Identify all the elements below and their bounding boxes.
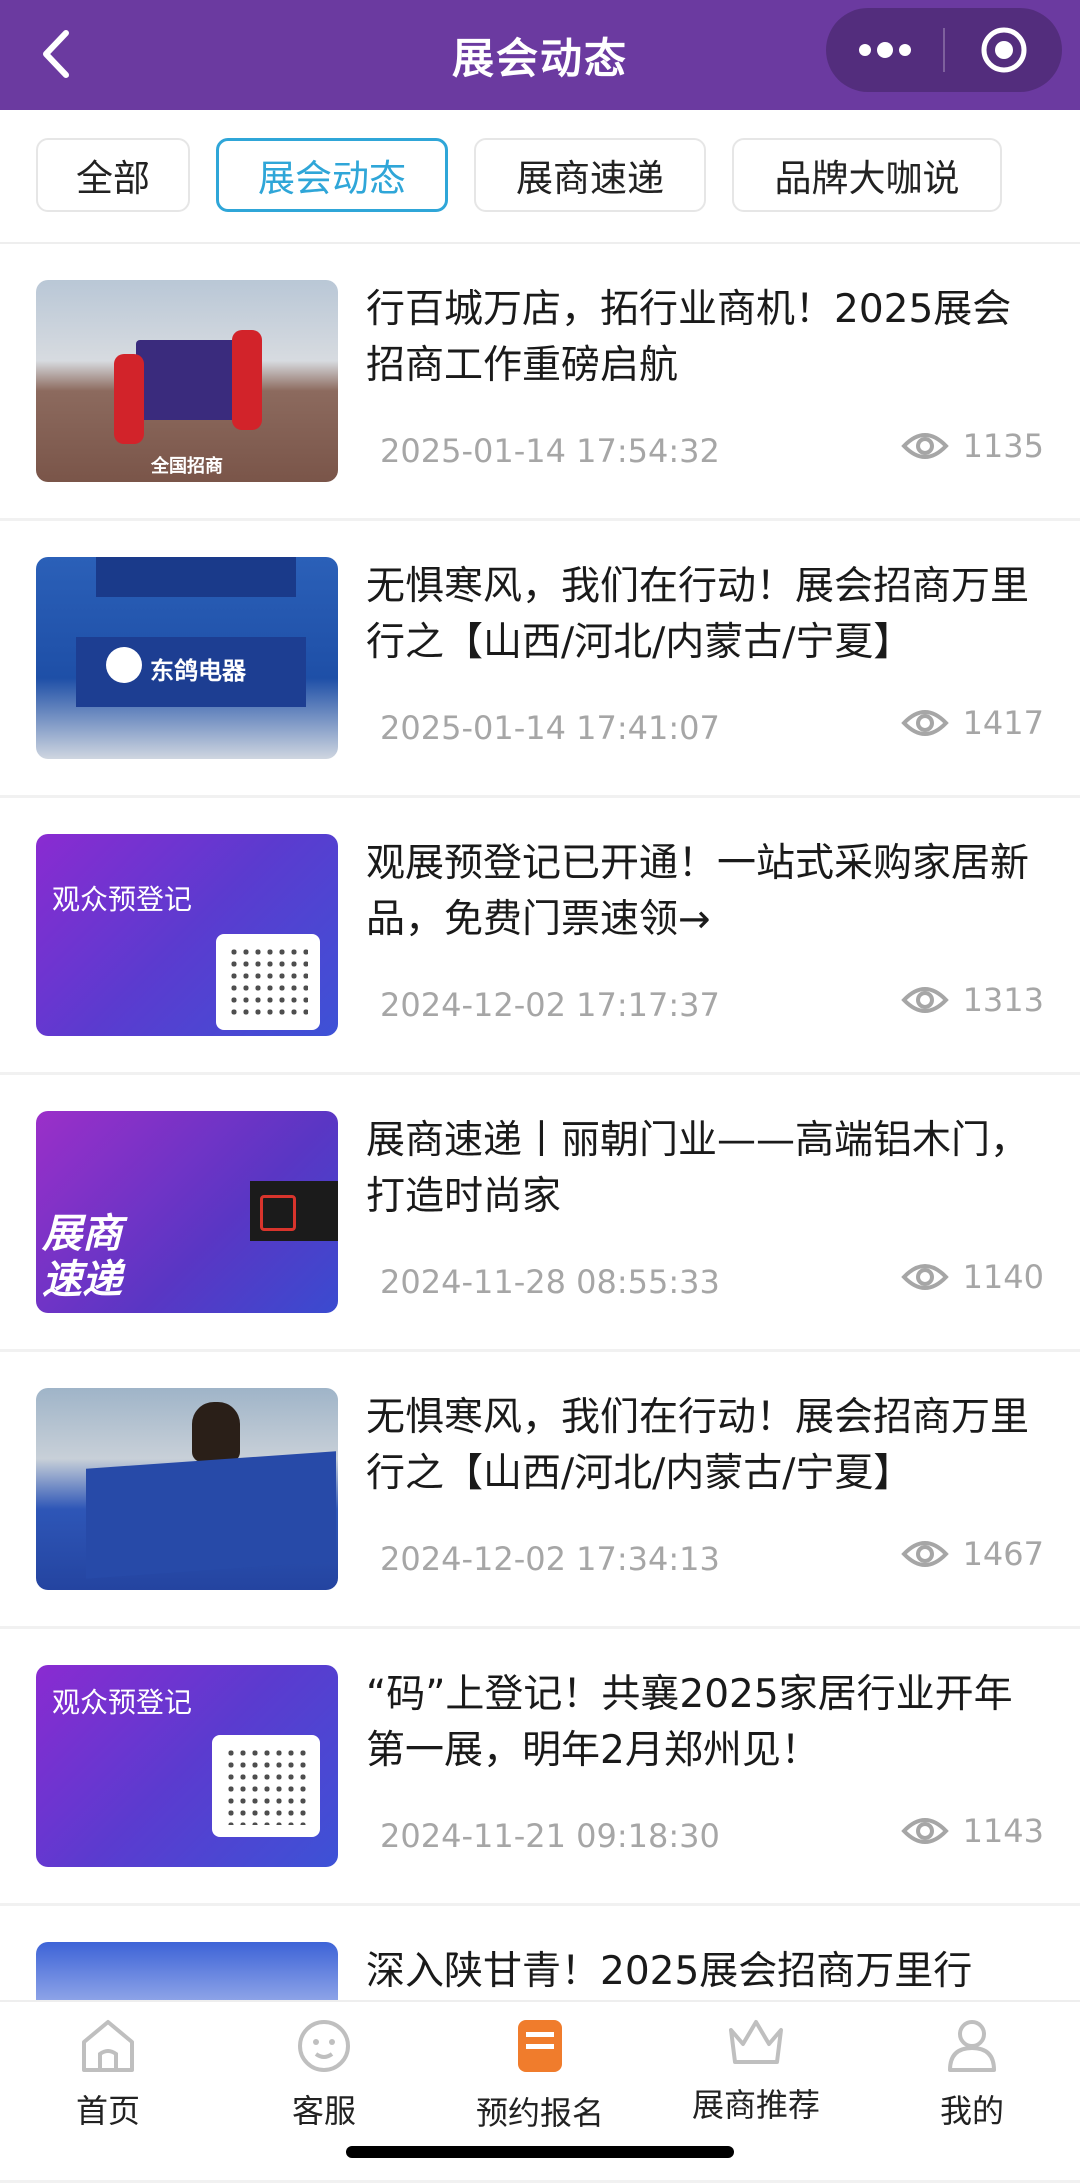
view-count-value: 1467	[962, 1535, 1044, 1573]
nav-booking[interactable]: 预约报名	[440, 2016, 640, 2132]
nav-service[interactable]: 客服	[224, 2016, 424, 2130]
eye-icon	[900, 710, 949, 736]
view-count: 1467	[900, 1532, 1044, 1576]
eye-icon	[900, 1264, 949, 1290]
view-count: 1135	[900, 424, 1044, 468]
tab-exhibition-news[interactable]: 展会动态	[216, 138, 448, 212]
tab-all[interactable]: 全部	[36, 138, 190, 212]
article-title: “码”上登记！共襄2025家居行业开年第一展，明年2月郑州见！	[366, 1672, 1013, 1773]
booking-icon	[518, 2020, 562, 2072]
eye-icon	[900, 1541, 949, 1567]
article-date: 2024-11-21 09:18:30	[380, 1817, 720, 1855]
article-title: 观展预登记已开通！一站式采购家居新品，免费门票速领→	[366, 841, 1030, 942]
category-tabs: 全部 展会动态 展商速递 品牌大咖说	[0, 110, 1080, 244]
eye-icon	[900, 433, 949, 459]
view-count-value: 1135	[962, 427, 1044, 465]
nav-label: 预约报名	[475, 2094, 604, 2132]
article-date: 2024-12-02 17:17:37	[380, 986, 720, 1024]
article-thumbnail	[36, 1388, 338, 1590]
view-count: 1313	[900, 978, 1044, 1022]
eye-icon	[900, 1818, 949, 1844]
article-date: 2025-01-14 17:41:07	[380, 709, 720, 747]
more-dots-icon	[858, 42, 911, 58]
article-date: 2025-01-14 17:54:32	[380, 432, 720, 470]
article-title: 无惧寒风，我们在行动！展会招商万里行之【山西/河北/内蒙古/宁夏】	[366, 564, 1030, 665]
crown-icon	[729, 2020, 783, 2064]
article-item[interactable]: 无惧寒风，我们在行动！展会招商万里行之【山西/河北/内蒙古/宁夏】 2024-1…	[0, 1352, 1080, 1629]
article-item[interactable]: 东鸽电器 无惧寒风，我们在行动！展会招商万里行之【山西/河北/内蒙古/宁夏】 2…	[0, 521, 1080, 798]
eye-icon	[900, 987, 949, 1013]
view-count: 1417	[900, 701, 1044, 745]
nav-home[interactable]: 首页	[8, 2016, 208, 2130]
service-icon	[298, 2020, 350, 2072]
close-button[interactable]	[945, 8, 1062, 92]
home-icon	[82, 2020, 134, 2072]
article-thumbnail: 全国招商	[36, 280, 338, 482]
article-list: 全国招商 行百城万店，拓行业商机！2025展会招商工作重磅启航 2025-01-…	[0, 244, 1080, 2183]
view-count: 1143	[900, 1809, 1044, 1853]
nav-label: 首页	[75, 2092, 140, 2130]
target-close-icon	[981, 27, 1026, 73]
article-thumbnail: 东鸽电器	[36, 557, 338, 759]
view-count-value: 1313	[962, 981, 1044, 1019]
nav-label: 我的	[939, 2092, 1004, 2130]
user-icon	[948, 2020, 996, 2072]
nav-mine[interactable]: 我的	[872, 2016, 1072, 2130]
more-button[interactable]	[826, 8, 943, 92]
header-bar: 展会动态	[0, 0, 1080, 110]
article-item[interactable]: 观众预登记 “码”上登记！共襄2025家居行业开年第一展，明年2月郑州见！ 20…	[0, 1629, 1080, 1906]
view-count-value: 1140	[962, 1258, 1044, 1296]
article-item[interactable]: 观众预登记 观展预登记已开通！一站式采购家居新品，免费门票速领→ 2024-12…	[0, 798, 1080, 1075]
view-count-value: 1143	[962, 1812, 1044, 1850]
article-title: 展商速递丨丽朝门业——高端铝木门，打造时尚家	[366, 1118, 1030, 1219]
tab-exhibitor-express[interactable]: 展商速递	[474, 138, 706, 212]
nav-label: 展商推荐	[691, 2086, 820, 2124]
article-title: 行百城万店，拓行业商机！2025展会招商工作重磅启航	[366, 287, 1012, 388]
nav-label: 客服	[291, 2092, 356, 2130]
bottom-tab-bar: 首页 客服 预约报名 展商推荐 我的	[0, 2000, 1080, 2165]
article-item[interactable]: 展商速递 展商速递丨丽朝门业——高端铝木门，打造时尚家 2024-11-28 0…	[0, 1075, 1080, 1352]
article-date: 2024-12-02 17:34:13	[380, 1540, 720, 1578]
home-indicator[interactable]	[346, 2146, 734, 2158]
view-count: 1140	[900, 1255, 1044, 1299]
article-thumbnail: 观众预登记	[36, 1665, 338, 1867]
article-thumbnail: 展商速递	[36, 1111, 338, 1313]
nav-exhibitor-recommend[interactable]: 展商推荐	[656, 2016, 856, 2126]
article-title: 无惧寒风，我们在行动！展会招商万里行之【山西/河北/内蒙古/宁夏】	[366, 1395, 1030, 1496]
view-count-value: 1417	[962, 704, 1044, 742]
article-title: 深入陕甘青！2025展会招商万里行	[366, 1949, 973, 1994]
article-item[interactable]: 全国招商 行百城万店，拓行业商机！2025展会招商工作重磅启航 2025-01-…	[0, 244, 1080, 521]
miniprogram-capsule	[826, 8, 1062, 92]
article-date: 2024-11-28 08:55:33	[380, 1263, 720, 1301]
article-thumbnail: 观众预登记	[36, 834, 338, 1036]
tab-brand-talk[interactable]: 品牌大咖说	[732, 138, 1002, 212]
